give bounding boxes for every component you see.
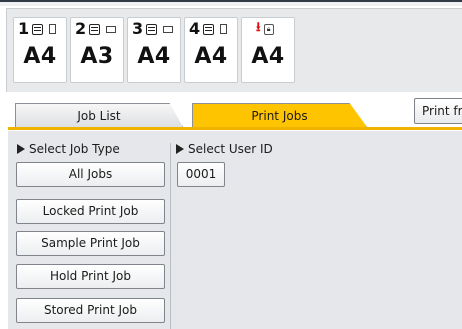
tray-paper-size: A4 (23, 44, 57, 69)
landscape-paper-icon (163, 25, 174, 33)
top-gap (0, 2, 462, 6)
locked-tray-icon: 🔒︎ (263, 23, 274, 35)
select-user-id-heading: Select User ID (176, 142, 273, 156)
paper-tray-4[interactable]: 4 A4 (184, 17, 238, 83)
print-from-button[interactable]: Print fr (414, 98, 462, 124)
tray-paper-size: A4 (194, 44, 228, 69)
select-job-type-heading: Select Job Type (17, 142, 120, 156)
all-jobs-button[interactable]: All Jobs (16, 162, 165, 187)
paper-stack-icon (146, 23, 158, 35)
column-divider (170, 143, 171, 329)
paper-stack-icon (32, 23, 44, 35)
active-tab-rule (8, 127, 462, 130)
paper-tray-1[interactable]: 1 A4 (13, 17, 67, 83)
paper-tray-2[interactable]: 2 A3 (70, 17, 124, 83)
hold-print-job-button[interactable]: Hold Print Job (16, 264, 165, 289)
locked-print-job-button[interactable]: Locked Print Job (16, 199, 165, 224)
triangle-right-icon (176, 144, 184, 154)
tray-paper-size: A4 (137, 44, 171, 69)
paper-stack-icon (203, 23, 215, 35)
portrait-paper-icon (49, 24, 57, 34)
sample-print-job-button[interactable]: Sample Print Job (16, 231, 165, 256)
paper-tray-3[interactable]: 3 A4 (127, 17, 181, 83)
select-user-id-label: Select User ID (188, 142, 273, 156)
select-job-type-label: Select Job Type (29, 142, 120, 156)
portrait-paper-icon (220, 24, 228, 34)
tray-number: 1 (18, 19, 30, 38)
stored-print-job-button[interactable]: Stored Print Job (16, 298, 165, 323)
landscape-paper-icon (106, 25, 117, 33)
tray-paper-size: A3 (80, 44, 114, 69)
bypass-feed-arrow-icon: ⭳ (256, 20, 261, 35)
user-id-button[interactable]: 0001 (177, 162, 225, 187)
paper-stack-icon (89, 23, 101, 35)
tray-paper-size: A4 (251, 44, 285, 69)
tab-print-jobs[interactable]: Print Jobs (192, 103, 367, 127)
paper-tray-bypass[interactable]: ⭳ 🔒︎ A4 (241, 17, 295, 83)
paper-tray-panel: 1 A4 2 A3 3 A4 4 A4 ⭳ 🔒︎ A4 (6, 8, 462, 94)
tab-job-list[interactable]: Job List (15, 103, 183, 127)
triangle-right-icon (17, 144, 25, 154)
tray-number: 3 (132, 19, 144, 38)
tray-number: 2 (75, 19, 87, 38)
tray-number: 4 (189, 19, 201, 38)
